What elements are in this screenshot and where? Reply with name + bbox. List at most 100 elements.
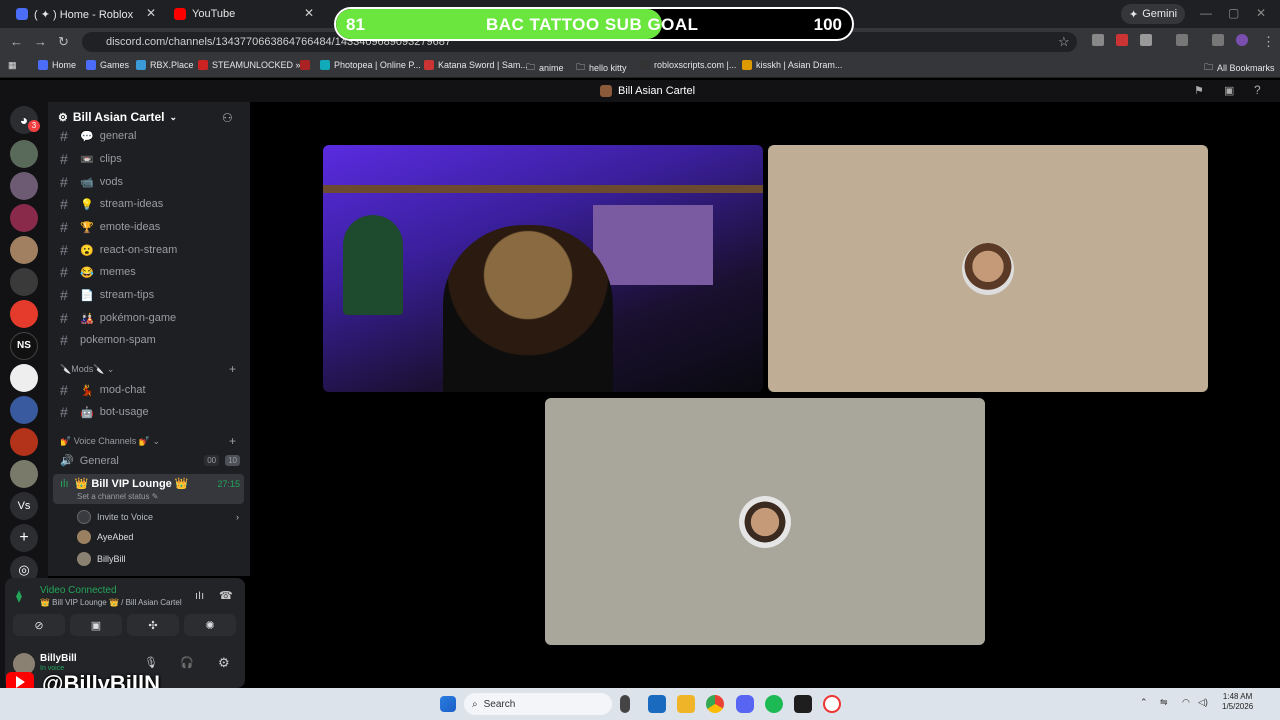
server-icon[interactable] [10, 364, 38, 392]
gemini-button[interactable]: ✦ Gemini [1121, 4, 1186, 24]
bookmark-kisskh[interactable]: kisskh | Asian Dram... [742, 60, 842, 70]
server-icon[interactable] [10, 204, 38, 232]
channel-bot-usage[interactable]: # 🤖 bot-usage [60, 404, 149, 420]
channel-react-on-stream[interactable]: # 😮 react-on-stream [60, 242, 177, 258]
channel-clips[interactable]: # 📼 clips [60, 151, 122, 167]
voice-member[interactable]: AyeAbed [77, 530, 133, 544]
wifi-icon[interactable]: ◠ [1182, 697, 1190, 708]
video-tile-user[interactable] [768, 145, 1208, 392]
gear-icon[interactable]: ⚙ [218, 655, 230, 671]
windows-start-icon[interactable] [440, 696, 456, 712]
server-icon[interactable] [10, 460, 38, 488]
download-icon[interactable] [1212, 34, 1224, 46]
video-tile-user[interactable] [545, 398, 985, 645]
more-menu-icon[interactable]: ⋮ [1262, 34, 1275, 50]
tab-roblox[interactable]: ( ✦ ) Home - Roblox ✕ [8, 4, 162, 24]
camera-off-button[interactable]: ⊘ [13, 614, 65, 636]
tab-youtube[interactable]: YouTube ✕ [166, 4, 320, 24]
volume-icon[interactable]: ◁) [1198, 697, 1208, 708]
maximize-icon[interactable]: ▢ [1228, 6, 1239, 20]
add-channel-icon[interactable]: + [229, 434, 236, 448]
bookmark-photopea[interactable]: Photopea | Online P... [320, 60, 421, 70]
server-icon[interactable] [10, 236, 38, 264]
voice-status[interactable]: Video Connected [40, 585, 117, 596]
channel-stream-tips[interactable]: # 📄 stream-tips [60, 287, 154, 303]
opera-icon[interactable] [823, 695, 841, 713]
discord-taskbar-icon[interactable] [736, 695, 754, 713]
cast-icon[interactable] [1176, 34, 1188, 46]
soundboard-button[interactable]: ✺ [184, 614, 236, 636]
extension-icon[interactable] [1092, 34, 1104, 46]
channel-emote-ideas[interactable]: # 🏆 emote-ideas [60, 219, 160, 235]
puzzle-icon[interactable] [1140, 34, 1152, 46]
screen-share-button[interactable]: ▣ [70, 614, 122, 636]
video-tile-webcam[interactable] [323, 145, 763, 392]
bookmark-robloxscripts[interactable]: robloxscripts.com |... [640, 60, 736, 70]
bookmark-games[interactable]: Games [86, 60, 129, 70]
profile-avatar[interactable] [1236, 34, 1248, 46]
server-icon[interactable] [10, 172, 38, 200]
channel-mod-chat[interactable]: # 💃 mod-chat [60, 382, 146, 398]
channel-vods[interactable]: # 📹 vods [60, 174, 123, 190]
back-icon[interactable]: ← [10, 34, 23, 49]
app-icon[interactable] [794, 695, 812, 713]
chevron-up-icon[interactable]: ⌃ [1140, 697, 1148, 708]
inbox-icon[interactable]: ▣ [1224, 84, 1234, 97]
all-bookmarks[interactable]: 🗀 All Bookmarks [1204, 60, 1275, 76]
voice-member[interactable]: BillyBill [77, 552, 126, 566]
mouse-icon[interactable] [620, 695, 630, 713]
bookmark-star-icon[interactable]: ☆ [1058, 34, 1070, 50]
chrome-icon[interactable] [706, 695, 724, 713]
bookmark-folder-anime[interactable]: 🗀 anime [526, 60, 564, 76]
voice-channel-vip[interactable]: ılı 👑 Bill VIP Lounge 👑 27:15 [60, 477, 240, 491]
taskbar-search[interactable]: ⌕ Search [464, 693, 612, 715]
close-icon[interactable]: ✕ [304, 6, 314, 20]
server-icon[interactable] [10, 396, 38, 424]
disconnect-icon[interactable]: ☎ [219, 589, 233, 602]
server-icon[interactable] [10, 428, 38, 456]
headphones-icon[interactable]: 🎧 [180, 656, 194, 669]
category-mods[interactable]: 🔪Mods🔪 ⌄ [60, 364, 114, 375]
server-icon[interactable] [10, 140, 38, 168]
task-view-icon[interactable] [648, 695, 666, 713]
channel-stream-ideas[interactable]: # 💡 stream-ideas [60, 196, 163, 212]
voice-channel-general[interactable]: 🔊 General 00 10 [60, 454, 240, 467]
channel-pokemon-spam[interactable]: # pokemon-spam [60, 332, 156, 348]
minimize-icon[interactable]: — [1200, 6, 1212, 20]
network-icon[interactable]: ⇋ [1160, 697, 1168, 708]
bookmark-folder-hello-kitty[interactable]: 🗀 hello kitty [576, 60, 627, 76]
forward-icon[interactable]: → [34, 34, 47, 49]
channel-memes[interactable]: # 😂 memes [60, 264, 136, 280]
spotify-icon[interactable] [765, 695, 783, 713]
bookmark-steamunlocked[interactable]: STEAMUNLOCKED »... [198, 60, 308, 70]
bookmark-katana[interactable]: Katana Sword | Sam... [424, 60, 528, 70]
invite-to-voice[interactable]: Invite to Voice › [77, 510, 239, 524]
system-clock[interactable]: 1:48 AM 1/5/2026 [1222, 692, 1253, 712]
microphone-icon[interactable]: 🎙 [144, 656, 158, 669]
apps-grid-icon[interactable]: ▦ [8, 60, 17, 71]
channel-status[interactable]: Set a channel status ✎ [77, 492, 158, 501]
server-name-header[interactable]: ⚙ Bill Asian Cartel ⌄ [58, 110, 177, 124]
server-icon[interactable] [10, 300, 38, 328]
channel-pokemon-game[interactable]: # 🎎 pokémon-game [60, 310, 176, 326]
help-icon[interactable]: ? [1254, 83, 1261, 97]
server-icon[interactable]: NS [10, 332, 38, 360]
reload-icon[interactable]: ↻ [58, 34, 69, 50]
server-icon[interactable]: Vs [10, 492, 38, 520]
flag-icon[interactable]: ⚑ [1194, 84, 1204, 97]
extension-icon[interactable] [1116, 34, 1128, 46]
activities-button[interactable]: ✣ [127, 614, 179, 636]
channel-general[interactable]: # 💬 general [60, 128, 136, 144]
voice-location[interactable]: 👑 Bill VIP Lounge 👑 / Bill Asian Cartel [40, 598, 182, 607]
category-voice[interactable]: 💅 Voice Channels 💅 ⌄ [60, 436, 160, 447]
server-icon[interactable] [10, 268, 38, 296]
close-icon[interactable]: ✕ [146, 6, 156, 20]
add-member-icon[interactable]: ⚇ [222, 111, 233, 125]
file-explorer-icon[interactable] [677, 695, 695, 713]
bookmark-icon-only[interactable] [300, 60, 310, 70]
add-server-icon[interactable]: + [10, 524, 38, 552]
noise-suppression-icon[interactable]: ıIı [195, 590, 204, 602]
add-channel-icon[interactable]: + [229, 362, 236, 376]
bookmark-rbxplace[interactable]: RBX.Place [136, 60, 194, 70]
close-window-icon[interactable]: ✕ [1256, 6, 1266, 20]
